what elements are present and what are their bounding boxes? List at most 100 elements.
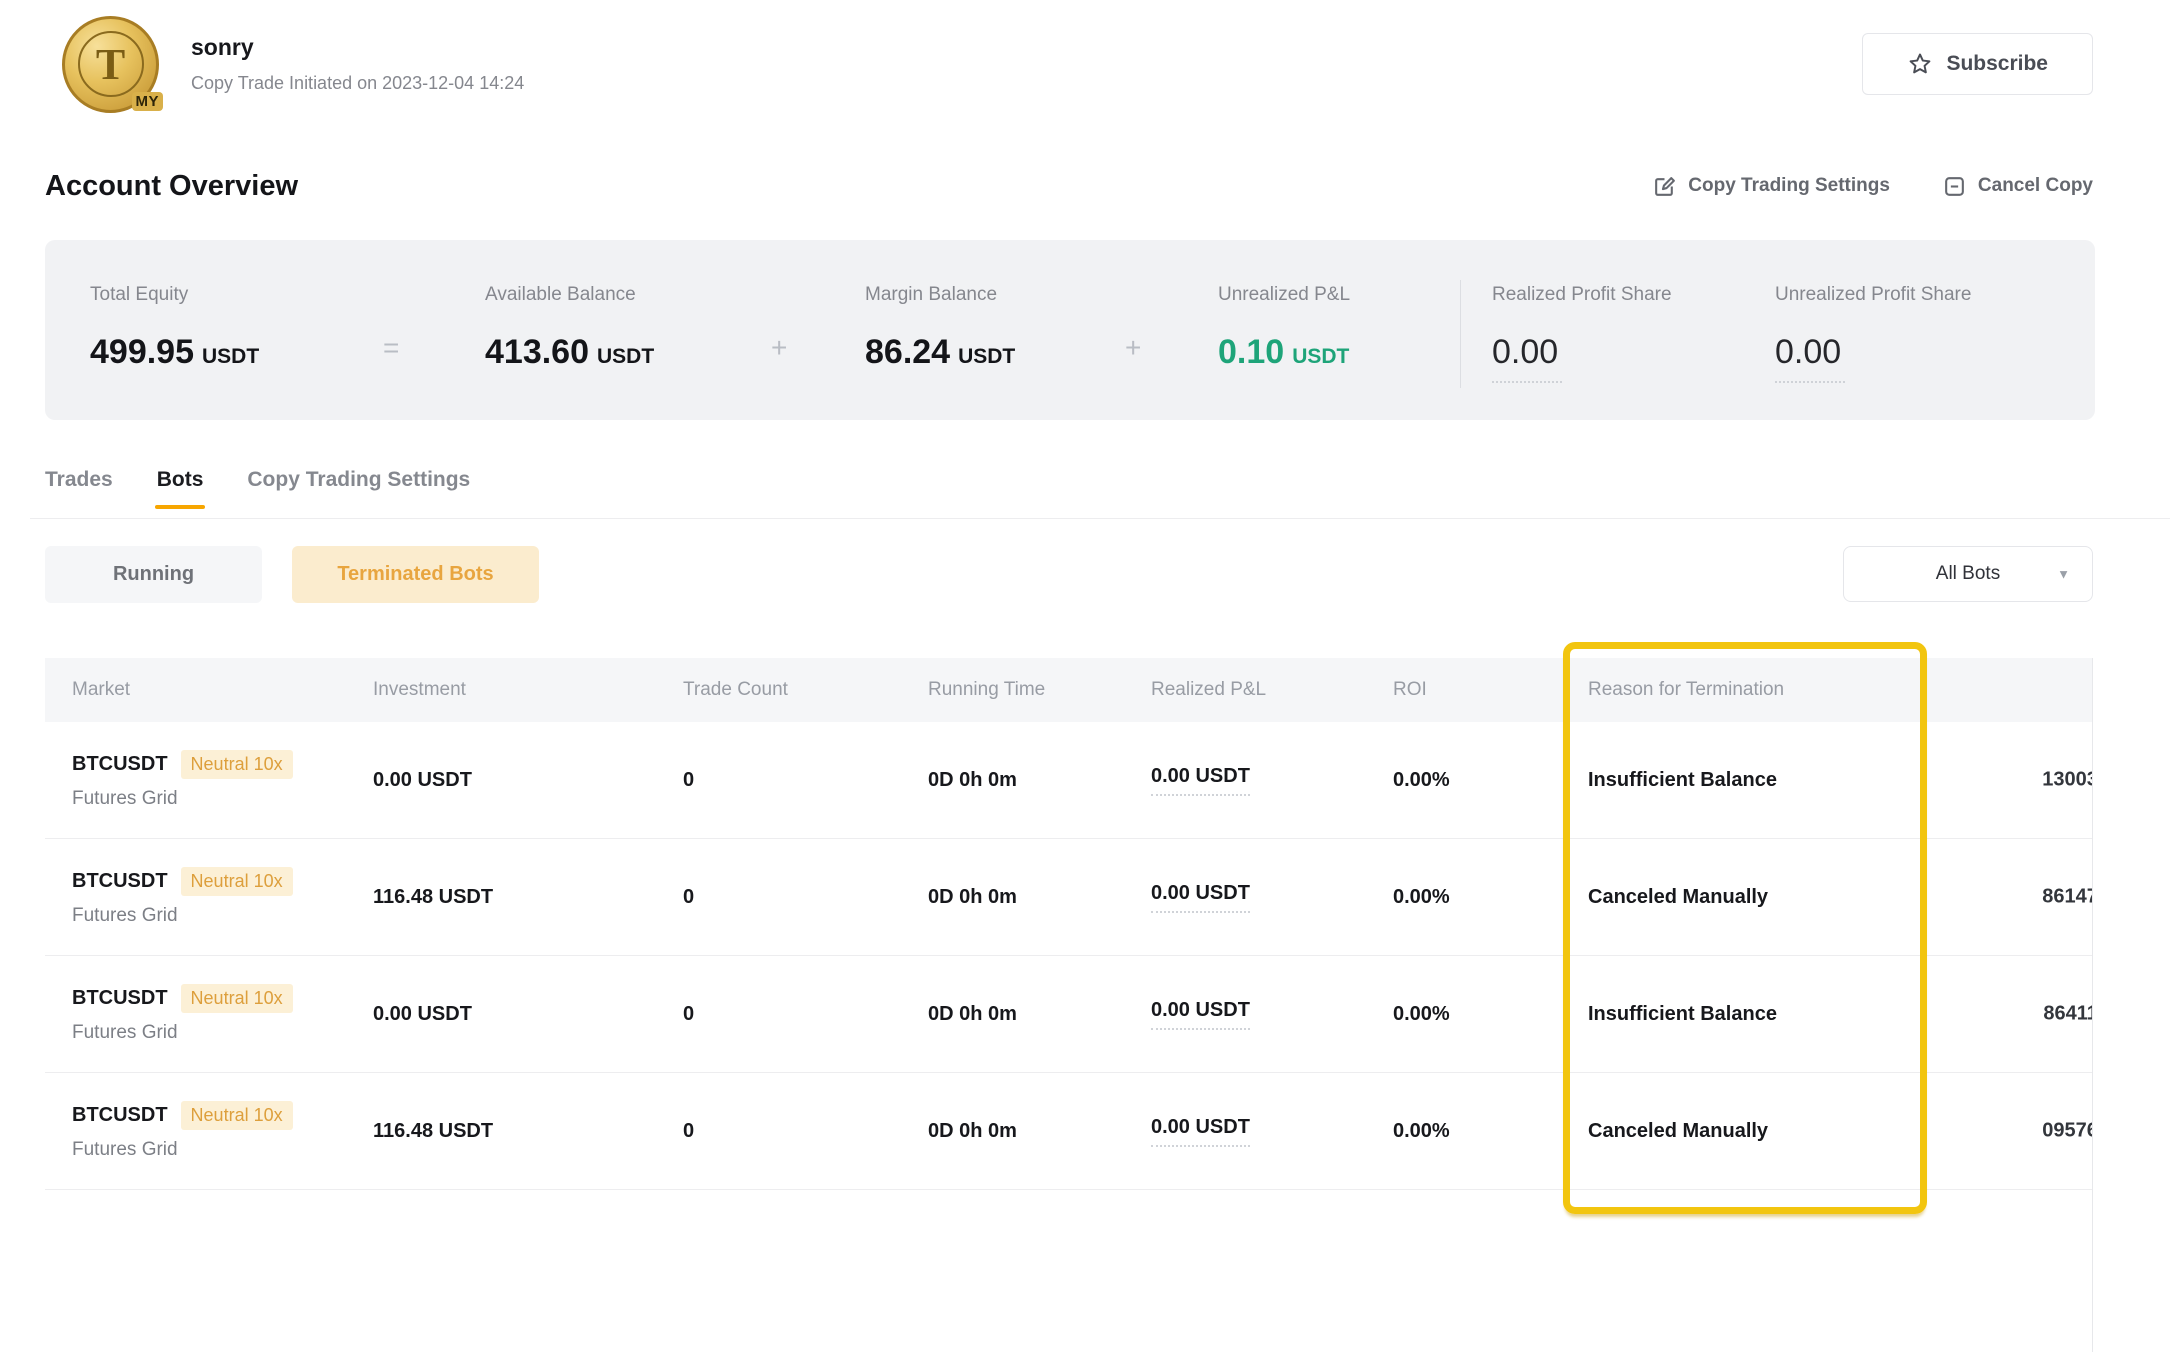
realized-pnl-cell: 0.00 USDT [1151,765,1393,796]
tab-bots[interactable]: Bots [157,468,204,492]
leverage-badge: Neutral 10x [181,1101,293,1130]
table-row[interactable]: BTCUSDT Neutral 10x Futures Grid 116.48 … [45,839,2093,956]
avatar-my-badge: MY [132,92,164,111]
trade-count-cell: 0 [683,1003,928,1026]
subscribe-button[interactable]: Subscribe [1862,33,2093,95]
stat-label: Unrealized P&L [1218,284,1350,306]
col-header-realized-pnl: Realized P&L [1151,679,1393,701]
trader-avatar: T MY [62,16,159,113]
tab-trades[interactable]: Trades [45,468,113,492]
tab-divider-line [30,518,2170,519]
account-overview-panel: Total Equity 499.95USDT = Available Bala… [45,240,2095,420]
market-symbol: BTCUSDT [72,870,168,893]
bot-id-cell: 130039 [1963,722,2093,838]
account-actions: Copy Trading Settings Cancel Copy [1652,174,2093,199]
market-cell: BTCUSDT Neutral 10x Futures Grid [45,867,373,927]
plus-operator: + [1125,332,1141,364]
equals-operator: = [383,332,399,364]
cancel-copy-button[interactable]: Cancel Copy [1942,174,2093,199]
table-row[interactable]: BTCUSDT Neutral 10x Futures Grid 116.48 … [45,1073,2093,1190]
stat-value: 499.95USDT [90,333,259,372]
stat-unrealized-pnl: Unrealized P&L 0.10USDT [1218,284,1350,372]
cancel-copy-label: Cancel Copy [1978,175,2093,197]
leverage-badge: Neutral 10x [181,984,293,1013]
realized-pnl-cell: 0.00 USDT [1151,1116,1393,1147]
investment-cell: 0.00 USDT [373,769,683,792]
table-row[interactable]: BTCUSDT Neutral 10x Futures Grid 0.00 US… [45,956,2093,1073]
market-cell: BTCUSDT Neutral 10x Futures Grid [45,750,373,810]
realized-pnl-cell: 0.00 USDT [1151,882,1393,913]
roi-cell: 0.00% [1393,1003,1588,1026]
copy-trading-settings-button[interactable]: Copy Trading Settings [1652,174,1890,199]
stat-label: Available Balance [485,284,654,306]
bot-id-cell: 095763 [1963,1073,2093,1189]
copy-trade-initiated-label: Copy Trade Initiated on 2023-12-04 14:24 [191,73,524,94]
running-time-cell: 0D 0h 0m [928,1120,1151,1143]
all-bots-dropdown[interactable]: All Bots ▼ [1843,546,2093,602]
tab-bar: Trades Bots Copy Trading Settings [45,468,470,492]
trader-name: sonry [191,34,524,61]
leverage-badge: Neutral 10x [181,867,293,896]
all-bots-dropdown-value: All Bots [1936,563,2000,585]
subscribe-label: Subscribe [1946,52,2048,76]
roi-cell: 0.00% [1393,1120,1588,1143]
termination-reason-cell: Canceled Manually [1588,1120,1963,1143]
stat-label: Margin Balance [865,284,1015,306]
stat-label: Total Equity [90,284,259,306]
tab-copy-trading-settings[interactable]: Copy Trading Settings [247,468,470,492]
stats-divider [1460,280,1461,388]
col-header-reason: Reason for Termination [1588,679,1963,701]
termination-reason-cell: Insufficient Balance [1588,769,1963,792]
plus-operator: + [771,332,787,364]
bots-filter-row: Running Terminated Bots All Bots ▼ [45,545,2093,603]
stat-value: 413.60USDT [485,333,654,372]
table-row[interactable]: BTCUSDT Neutral 10x Futures Grid 0.00 US… [45,722,2093,839]
col-header-roi: ROI [1393,679,1588,701]
minus-square-icon [1942,174,1967,199]
stat-label: Realized Profit Share [1492,284,1672,306]
market-symbol: BTCUSDT [72,987,168,1010]
running-time-cell: 0D 0h 0m [928,886,1151,909]
star-icon [1907,51,1933,77]
running-filter-button[interactable]: Running [45,546,262,603]
market-symbol: BTCUSDT [72,753,168,776]
termination-reason-cell: Insufficient Balance [1588,1003,1963,1026]
trader-text: sonry Copy Trade Initiated on 2023-12-04… [191,34,524,94]
trade-count-cell: 0 [683,886,928,909]
leverage-badge: Neutral 10x [181,750,293,779]
bot-id-cell: 861475 [1963,839,2093,955]
stat-margin-balance: Margin Balance 86.24USDT [865,284,1015,372]
bot-type-label: Futures Grid [72,1022,373,1044]
termination-reason-cell: Canceled Manually [1588,886,1963,909]
table-right-edge-line [2092,658,2093,1352]
stat-value: 0.00 [1775,333,1845,383]
stat-value: 86.24USDT [865,333,1015,372]
terminated-bots-filter-button[interactable]: Terminated Bots [292,546,539,603]
running-time-cell: 0D 0h 0m [928,769,1151,792]
col-header-market: Market [45,679,373,701]
col-header-trade-count: Trade Count [683,679,928,701]
avatar-coin-emblem: T [78,31,144,97]
stat-unrealized-profit-share: Unrealized Profit Share 0.00 [1775,284,1971,383]
roi-cell: 0.00% [1393,886,1588,909]
col-header-investment: Investment [373,679,683,701]
account-overview-header: Account Overview Copy Trading Settings [45,163,2093,209]
stat-total-equity: Total Equity 499.95USDT [90,284,259,372]
stat-value: 0.00 [1492,333,1562,383]
bot-id-cell: 864119 [1963,956,2093,1072]
page-title: Account Overview [45,170,298,203]
roi-cell: 0.00% [1393,769,1588,792]
trader-info: T MY sonry Copy Trade Initiated on 2023-… [62,16,524,113]
terminated-bots-table: Market Investment Trade Count Running Ti… [45,658,2093,1190]
stat-label: Unrealized Profit Share [1775,284,1971,306]
bot-type-label: Futures Grid [72,905,373,927]
copy-trading-settings-label: Copy Trading Settings [1688,175,1890,197]
table-header-row: Market Investment Trade Count Running Ti… [45,658,2093,722]
market-cell: BTCUSDT Neutral 10x Futures Grid [45,984,373,1044]
page-header: T MY sonry Copy Trade Initiated on 2023-… [62,14,2093,114]
market-symbol: BTCUSDT [72,1104,168,1127]
stat-available-balance: Available Balance 413.60USDT [485,284,654,372]
running-time-cell: 0D 0h 0m [928,1003,1151,1026]
investment-cell: 116.48 USDT [373,1120,683,1143]
copy-trading-page: T MY sonry Copy Trade Initiated on 2023-… [0,0,2170,1352]
